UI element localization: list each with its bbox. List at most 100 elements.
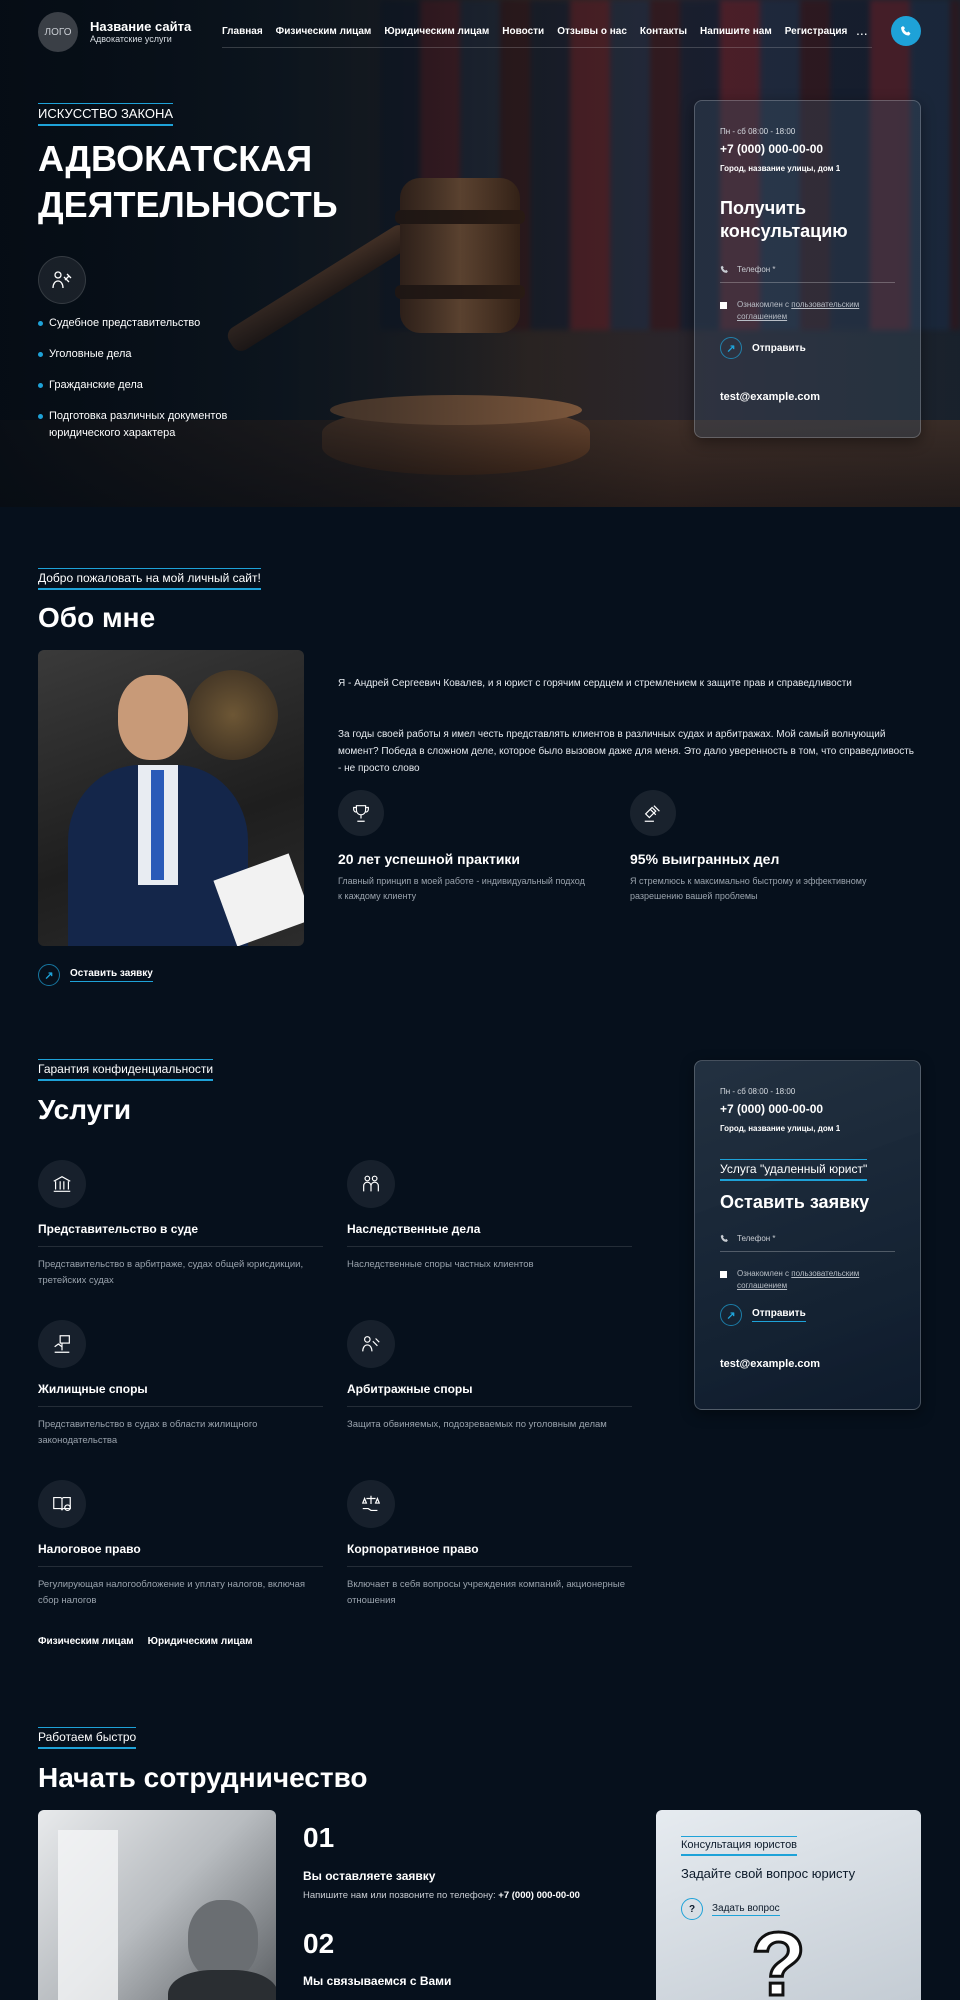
start-eyebrow: Работаем быстро: [38, 1727, 137, 1749]
service-item[interactable]: Налоговое право Регулирующая налогооблож…: [38, 1480, 323, 1609]
phone-input[interactable]: Телефон *: [720, 1234, 895, 1252]
send-label: Отправить: [752, 342, 806, 354]
team-photo: [38, 1810, 276, 2000]
judge-icon: [347, 1320, 395, 1368]
form-title: Оставить заявку: [720, 1192, 870, 1212]
contact-email[interactable]: test@example.com: [720, 391, 895, 403]
nav-item-companies[interactable]: Юридическим лицам: [384, 26, 489, 37]
call-button[interactable]: [891, 16, 921, 46]
main-nav: Главная Физическим лицам Юридическим лиц…: [222, 26, 860, 37]
send-button[interactable]: ↗ Отправить: [720, 337, 895, 359]
feature-text: Главный принцип в моей работе - индивиду…: [338, 876, 585, 901]
step-phone[interactable]: +7 (000) 000-00-00: [498, 1890, 580, 1901]
nav-more-button[interactable]: ...: [856, 22, 868, 38]
link-individuals[interactable]: Физическим лицам: [38, 1636, 134, 1647]
service-item[interactable]: Корпоративное право Включает в себя вопр…: [347, 1480, 632, 1609]
hero-title: АДВОКАТСКАЯ ДЕЯТЕЛЬНОСТЬ: [38, 138, 338, 225]
service-text: Представительство в судах в области жили…: [38, 1419, 258, 1446]
request-form-card: Пн - сб 08:00 - 18:00 +7 (000) 000-00-00…: [694, 1060, 921, 1410]
feature-title: 95% выигранных дел: [630, 851, 780, 867]
hero-list-item: Судебное представительство: [38, 315, 268, 332]
step-text-body: Напишите нам или позвоните по телефону:: [303, 1890, 499, 1901]
about-eyebrow: Добро пожаловать на мой личный сайт!: [38, 568, 261, 590]
service-title: Налоговое право: [38, 1542, 323, 1567]
arrow-up-right-icon: ↗: [720, 1304, 742, 1326]
nav-item-register[interactable]: Регистрация: [785, 26, 848, 37]
site-logo[interactable]: ЛОГО: [38, 12, 78, 52]
contact-phone[interactable]: +7 (000) 000-00-00: [720, 1102, 895, 1116]
service-item[interactable]: Арбитражные споры Защита обвиняемых, под…: [347, 1320, 632, 1433]
consultation-form-card: Пн - сб 08:00 - 18:00 +7 (000) 000-00-00…: [694, 100, 921, 438]
contact-phone[interactable]: +7 (000) 000-00-00: [720, 142, 895, 156]
contact-address: Город, название улицы, дом 1: [720, 164, 841, 173]
nav-item-home[interactable]: Главная: [222, 26, 263, 37]
question-icon: ?: [681, 1898, 703, 1920]
send-label: Отправить: [752, 1308, 806, 1322]
ask-question-label: Задать вопрос: [712, 1902, 780, 1916]
services-links: Физическим лицам Юридическим лицам: [38, 1636, 253, 1647]
question-mark-image: ?: [750, 1915, 808, 2000]
house-sign-icon: [38, 1320, 86, 1368]
agreement-checkbox[interactable]: [720, 302, 727, 309]
nav-item-individuals[interactable]: Физическим лицам: [276, 26, 372, 37]
consultation-card: Консультация юристов Задайте свой вопрос…: [656, 1810, 921, 2000]
service-title: Арбитражные споры: [347, 1382, 632, 1407]
step-text: Напишите нам или позвоните по телефону: …: [303, 1890, 580, 1901]
nav-item-contacts[interactable]: Контакты: [640, 26, 687, 37]
service-item[interactable]: Представительство в суде Представительст…: [38, 1160, 323, 1289]
step-number: 02: [303, 1928, 335, 1959]
service-text: Регулирующая налогообложение и уплату на…: [38, 1579, 306, 1606]
phone-icon: [720, 1234, 728, 1242]
hero-list-item: Подготовка различных документов юридичес…: [38, 408, 268, 442]
service-title: Наследственные дела: [347, 1222, 632, 1247]
nav-item-write-us[interactable]: Напишите нам: [700, 26, 772, 37]
leave-request-button[interactable]: ↗ Оставить заявку: [38, 964, 153, 986]
feature-text: Я стремлюсь к максимально быстрому и эфф…: [630, 876, 867, 901]
arrow-up-right-icon: ↗: [720, 337, 742, 359]
lawyer-photo: [38, 650, 304, 946]
step-number: 01: [303, 1822, 335, 1853]
agreement-text: Ознакомлен с: [737, 300, 792, 309]
work-hours: Пн - сб 08:00 - 18:00: [720, 127, 796, 136]
service-title: Корпоративное право: [347, 1542, 632, 1567]
start-title: Начать сотрудничество: [38, 1762, 368, 1793]
service-item[interactable]: Наследственные дела Наследственные споры…: [347, 1160, 632, 1273]
service-item[interactable]: Жилищные споры Представительство в судах…: [38, 1320, 323, 1449]
arrow-up-right-icon: ↗: [38, 964, 60, 986]
request-eyebrow: Услуга "удаленный юрист": [720, 1159, 868, 1181]
contact-address: Город, название улицы, дом 1: [720, 1124, 841, 1133]
service-title: Жилищные споры: [38, 1382, 323, 1407]
service-text: Защита обвиняемых, подозреваемых по угол…: [347, 1419, 607, 1430]
courthouse-icon: [38, 1160, 86, 1208]
tax-book-icon: [38, 1480, 86, 1528]
service-text: Представительство в арбитраже, судах общ…: [38, 1259, 304, 1286]
link-companies[interactable]: Юридическим лицам: [148, 1636, 253, 1647]
services-eyebrow: Гарантия конфиденциальности: [38, 1059, 214, 1081]
service-text: Наследственные споры частных клиентов: [347, 1259, 534, 1270]
agreement-checkbox-row[interactable]: Ознакомлен с пользовательским соглашение…: [720, 1268, 895, 1292]
hero-list-item: Гражданские дела: [38, 377, 268, 394]
contact-email[interactable]: test@example.com: [720, 1358, 895, 1370]
feature-title: 20 лет успешной практики: [338, 851, 521, 867]
nav-divider: [222, 47, 872, 48]
agreement-checkbox[interactable]: [720, 1271, 727, 1278]
scales-hand-icon: [347, 1480, 395, 1528]
agreement-checkbox-row[interactable]: Ознакомлен с пользовательским соглашение…: [720, 299, 895, 323]
hero-eyebrow: ИСКУССТВО ЗАКОНА: [38, 103, 174, 126]
agreement-text: Ознакомлен с: [737, 1269, 792, 1278]
consult-eyebrow: Консультация юристов: [681, 1836, 798, 1856]
nav-item-news[interactable]: Новости: [502, 26, 544, 37]
judge-icon: [38, 256, 86, 304]
hero-services-list: Судебное представительство Уголовные дел…: [38, 315, 268, 456]
form-title: Получить консультацию: [720, 198, 848, 241]
step-title: Вы оставляете заявку: [303, 1869, 436, 1883]
gavel-icon: [630, 790, 676, 836]
nav-item-reviews[interactable]: Отзывы о нас: [557, 26, 627, 37]
site-title[interactable]: Название сайта: [90, 19, 191, 34]
phone-input[interactable]: Телефон *: [720, 265, 895, 283]
about-title: Обо мне: [38, 602, 156, 633]
step-title: Мы связываемся с Вами: [303, 1974, 452, 1988]
send-button[interactable]: ↗ Отправить: [720, 1304, 895, 1326]
about-story: За годы своей работы я имел честь предст…: [338, 729, 915, 774]
phone-icon: [720, 265, 728, 273]
